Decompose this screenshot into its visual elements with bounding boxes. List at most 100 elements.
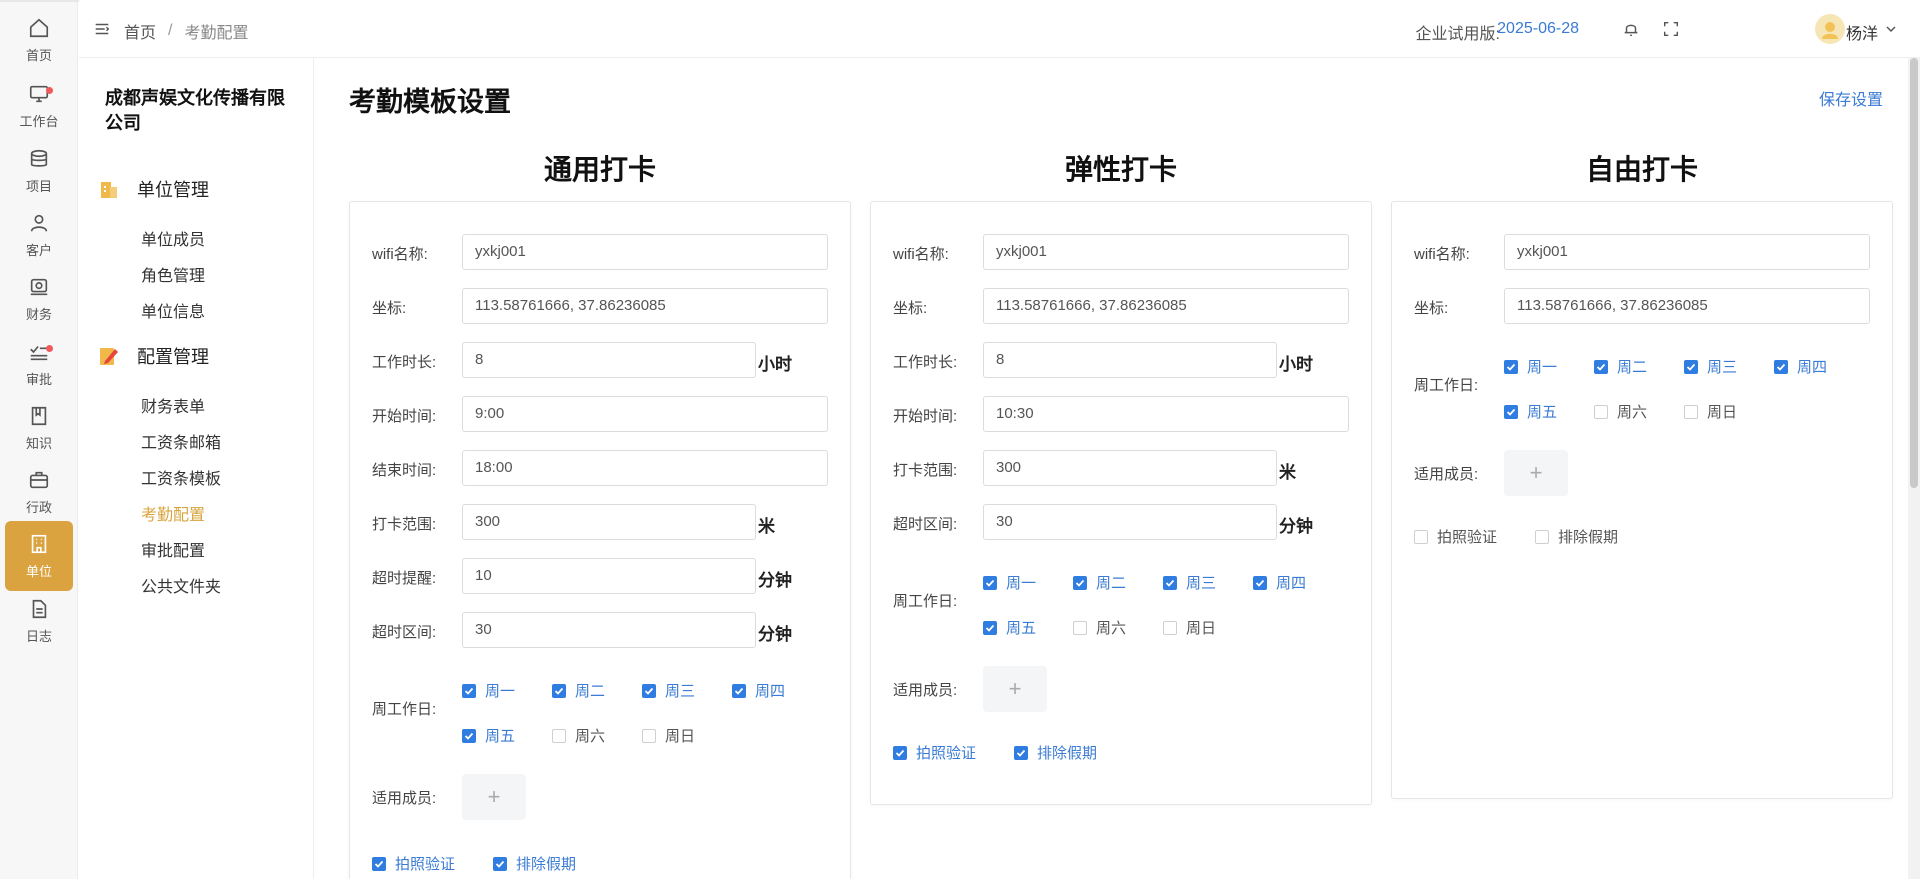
rail-item-admin[interactable]: 行政 <box>5 457 73 527</box>
menu-item-finance-form[interactable]: 财务表单 <box>141 393 205 417</box>
scrollbar-thumb[interactable] <box>1910 58 1918 488</box>
start-input[interactable]: 10:30 <box>983 396 1349 432</box>
day-checkbox-thu[interactable]: 周四 <box>1774 356 1827 377</box>
range-input[interactable]: 300 <box>462 504 756 540</box>
end-input[interactable]: 18:00 <box>462 450 828 486</box>
plus-icon: + <box>1529 460 1543 485</box>
breadcrumb-separator: / <box>168 22 173 39</box>
rail-item-unit[interactable]: 单位 <box>5 521 73 591</box>
menu-item-unit-info[interactable]: 单位信息 <box>141 298 205 322</box>
coord-input[interactable]: 113.58761666, 37.86236085 <box>983 288 1349 324</box>
checkbox-box <box>893 745 907 760</box>
rail-item-home[interactable]: 首页 <box>5 5 73 75</box>
menu-item-payslip-email[interactable]: 工资条邮箱 <box>141 429 221 453</box>
rail-label: 客户 <box>25 242 52 258</box>
rail-item-log[interactable]: 日志 <box>5 586 73 656</box>
bell-icon[interactable] <box>1622 20 1640 38</box>
menu-item-unit-members[interactable]: 单位成员 <box>141 226 205 250</box>
chevron-down-icon[interactable] <box>1884 22 1898 36</box>
checkbox-box <box>493 856 507 871</box>
day-checkbox-wed[interactable]: 周三 <box>642 680 695 701</box>
day-checkbox-sat[interactable]: 周六 <box>1073 617 1126 638</box>
rail-item-workbench[interactable]: 工作台 <box>5 71 73 141</box>
rail-item-knowledge[interactable]: 知识 <box>5 393 73 463</box>
menu-toggle-icon[interactable] <box>93 20 111 38</box>
day-checkbox-sun[interactable]: 周日 <box>1163 617 1216 638</box>
day-checkbox-thu[interactable]: 周四 <box>1253 572 1306 593</box>
menu-group-unit-management[interactable]: 单位管理 <box>97 176 209 202</box>
coord-input[interactable]: 113.58761666, 37.86236085 <box>1504 288 1870 324</box>
rail-item-project[interactable]: 项目 <box>5 136 73 206</box>
day-checkbox-wed[interactable]: 周三 <box>1163 572 1216 593</box>
overtime-remind-input[interactable]: 10 <box>462 558 756 594</box>
day-checkbox-mon[interactable]: 周一 <box>983 572 1036 593</box>
day-checkbox-tue[interactable]: 周二 <box>1594 356 1647 377</box>
overtime-range-input[interactable]: 30 <box>462 612 756 648</box>
photo-verify-checkbox[interactable]: 拍照验证 <box>1414 526 1497 547</box>
overtime-range-input[interactable]: 30 <box>983 504 1277 540</box>
add-member-button[interactable]: + <box>462 774 526 820</box>
day-checkbox-sat[interactable]: 周六 <box>552 725 605 746</box>
save-settings-button[interactable]: 保存设置 <box>1819 86 1883 110</box>
day-checkbox-fri[interactable]: 周五 <box>1504 401 1557 422</box>
day-checkbox-fri[interactable]: 周五 <box>983 617 1036 638</box>
overtime-range-label: 超时区间: <box>372 624 437 641</box>
plus-icon: + <box>487 784 501 809</box>
duration-input[interactable]: 8 <box>462 342 756 378</box>
checkbox-box <box>1504 404 1518 419</box>
exclude-holiday-checkbox[interactable]: 排除假期 <box>1535 526 1618 547</box>
day-checkbox-thu[interactable]: 周四 <box>732 680 785 701</box>
rail-item-customer[interactable]: 客户 <box>5 200 73 270</box>
day-checkbox-mon[interactable]: 周一 <box>462 680 515 701</box>
members-label: 适用成员: <box>893 682 958 699</box>
menu-item-role-management[interactable]: 角色管理 <box>141 262 205 286</box>
checkbox-box <box>1014 745 1028 760</box>
menu-item-payslip-template[interactable]: 工资条模板 <box>141 465 221 489</box>
wifi-input[interactable]: yxkj001 <box>462 234 828 270</box>
checkbox-box <box>732 683 746 698</box>
day-label: 周六 <box>1096 620 1127 637</box>
day-checkbox-wed[interactable]: 周三 <box>1684 356 1737 377</box>
menu-group-config-management[interactable]: 配置管理 <box>97 343 209 369</box>
day-checkbox-tue[interactable]: 周二 <box>1073 572 1126 593</box>
exclude-holiday-checkbox[interactable]: 排除假期 <box>1014 742 1097 763</box>
photo-verify-checkbox[interactable]: 拍照验证 <box>893 742 976 763</box>
day-checkbox-sun[interactable]: 周日 <box>642 725 695 746</box>
avatar[interactable] <box>1815 14 1845 44</box>
page-scrollbar[interactable] <box>1908 58 1920 879</box>
fullscreen-icon[interactable] <box>1662 20 1680 38</box>
day-label: 周四 <box>1797 359 1828 376</box>
checkbox-box <box>1163 620 1177 635</box>
coord-label: 坐标: <box>372 300 407 317</box>
day-checkbox-sun[interactable]: 周日 <box>1684 401 1737 422</box>
rail-item-finance[interactable]: 财务 <box>5 264 73 334</box>
photo-verify-checkbox[interactable]: 拍照验证 <box>372 853 455 874</box>
day-checkbox-fri[interactable]: 周五 <box>462 725 515 746</box>
add-member-button[interactable]: + <box>1504 450 1568 496</box>
menu-item-attendance-config[interactable]: 考勤配置 <box>141 501 205 525</box>
checkbox-box <box>1684 359 1698 374</box>
duration-input[interactable]: 8 <box>983 342 1277 378</box>
day-checkbox-mon[interactable]: 周一 <box>1504 356 1557 377</box>
wifi-input[interactable]: yxkj001 <box>1504 234 1870 270</box>
overtime-range-label: 超时区间: <box>893 516 958 533</box>
checkbox-box <box>552 683 566 698</box>
exclude-holiday-checkbox[interactable]: 排除假期 <box>493 853 576 874</box>
rail-item-approval[interactable]: 审批 <box>5 329 73 399</box>
wifi-input[interactable]: yxkj001 <box>983 234 1349 270</box>
finance-icon <box>30 278 48 295</box>
menu-item-approval-config[interactable]: 审批配置 <box>141 537 205 561</box>
user-name[interactable]: 杨洋 <box>1846 20 1878 44</box>
building-color-icon <box>101 182 117 198</box>
day-checkbox-sat[interactable]: 周六 <box>1594 401 1647 422</box>
range-input[interactable]: 300 <box>983 450 1277 486</box>
start-input[interactable]: 9:00 <box>462 396 828 432</box>
company-name: 成都声娱文化传播有限公司 <box>105 88 285 133</box>
breadcrumb-home[interactable]: 首页 <box>124 19 156 43</box>
add-member-button[interactable]: + <box>983 666 1047 712</box>
edit-color-icon <box>100 348 118 365</box>
menu-item-public-folder[interactable]: 公共文件夹 <box>141 573 221 597</box>
day-checkbox-tue[interactable]: 周二 <box>552 680 605 701</box>
coord-input[interactable]: 113.58761666, 37.86236085 <box>462 288 828 324</box>
day-label: 周一 <box>485 683 516 700</box>
